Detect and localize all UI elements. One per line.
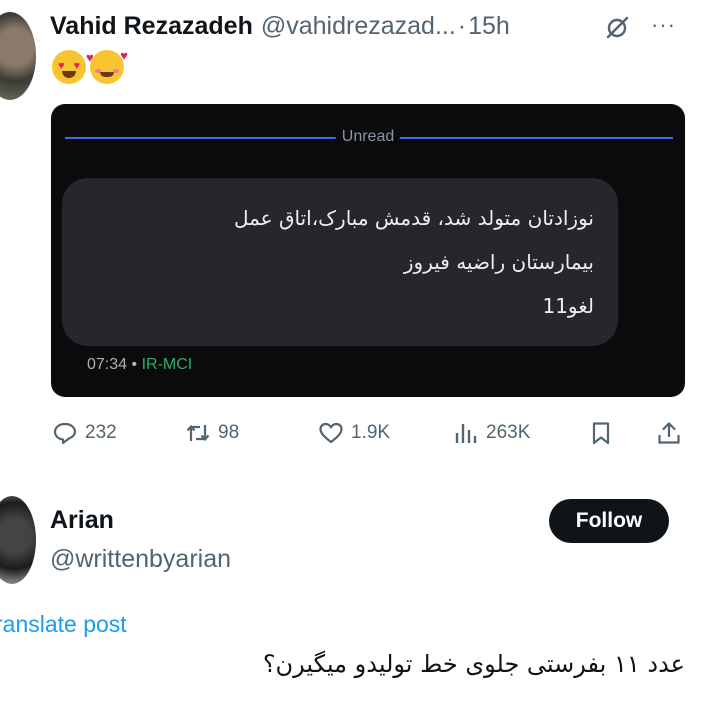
repost-button[interactable]: 98 <box>185 421 239 445</box>
sms-message-text: نوزادتان متولد شد، قدمش مبارک،اتاق عمل ب… <box>233 206 594 318</box>
translate-post-link[interactable]: ranslate post <box>0 611 127 638</box>
reply-button[interactable]: 232 <box>52 421 117 445</box>
sms-time: 07:34 <box>87 356 128 373</box>
grok-icon[interactable] <box>603 14 631 42</box>
repost-count: 98 <box>218 422 240 443</box>
smiling-face-with-hearts-emoji: ♥ ♥ <box>86 48 128 84</box>
post-text: ♥ ♥ ♥ ♥ <box>52 48 128 84</box>
post-timestamp[interactable]: 15h <box>468 12 510 41</box>
bookmark-icon[interactable] <box>588 421 614 445</box>
reply-text: عدد ۱۱ بفرستی جلوی خط تولیدو میگیرن؟ <box>262 650 685 678</box>
heart-eyes-emoji: ♥ ♥ <box>52 50 86 84</box>
more-options-icon[interactable]: ··· <box>651 14 679 39</box>
author-avatar[interactable] <box>0 12 36 100</box>
author-handle[interactable]: @vahidrezazad... <box>261 12 456 41</box>
sms-carrier: IR-MCI <box>141 356 193 373</box>
reply-author-handle[interactable]: @writtenbyarian <box>50 545 231 574</box>
reply-author-name[interactable]: Arian <box>50 506 114 535</box>
views-count: 263K <box>486 422 531 443</box>
sms-separator: • <box>131 356 138 373</box>
reply-author-avatar[interactable] <box>0 496 36 584</box>
follow-button[interactable]: Follow <box>549 499 669 543</box>
heart-icon <box>319 422 343 444</box>
header-separator: · <box>457 11 467 40</box>
share-icon[interactable] <box>656 421 682 445</box>
sms-screenshot-image[interactable]: Unread نوزادتان متولد شد، قدمش مبارک،اتا… <box>51 104 685 397</box>
views-button[interactable]: 263K <box>453 421 530 445</box>
author-name[interactable]: Vahid Rezazadeh <box>50 12 253 41</box>
reply-icon <box>53 422 77 445</box>
unread-label: Unread <box>335 128 401 146</box>
sms-meta: 07:34 • IR-MCI <box>87 356 192 374</box>
repost-icon <box>186 424 210 442</box>
post-header: Vahid Rezazadeh @vahidrezazad... · 15h <box>50 8 510 44</box>
reply-count: 232 <box>85 422 117 443</box>
views-chart-icon <box>455 424 477 443</box>
like-button[interactable]: 1.9K <box>318 421 390 445</box>
like-count: 1.9K <box>351 422 391 443</box>
sms-message-bubble: نوزادتان متولد شد، قدمش مبارک،اتاق عمل ب… <box>62 178 618 346</box>
